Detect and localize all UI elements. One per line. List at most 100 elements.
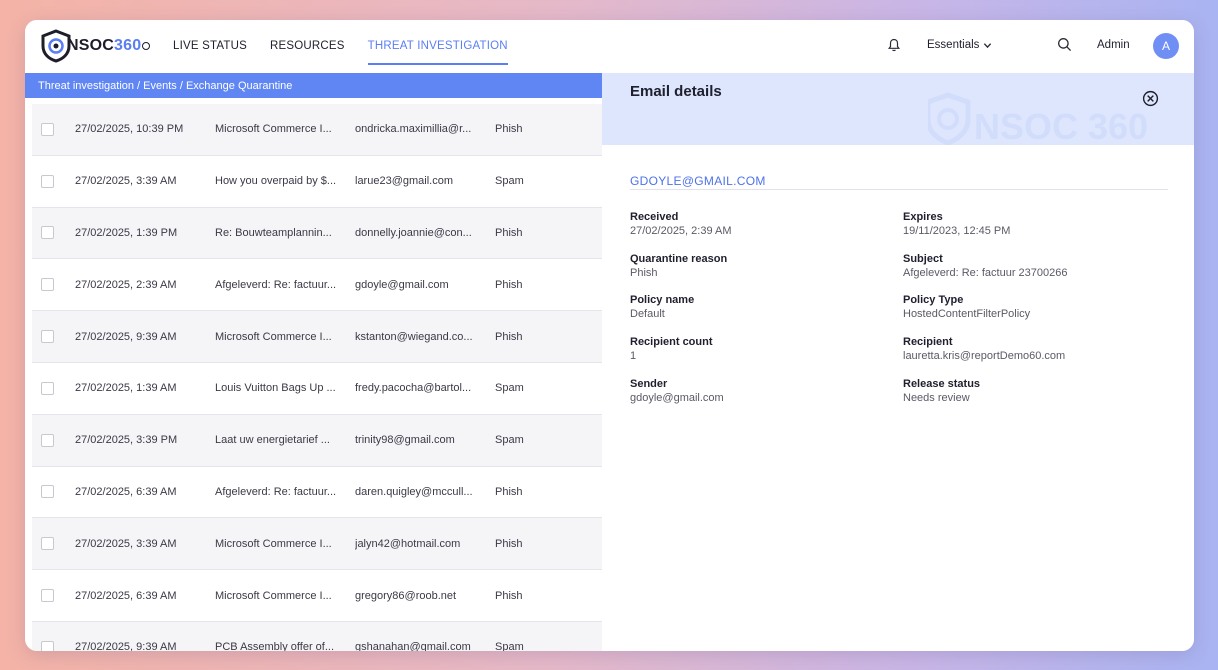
email-details-panel: NSOC 360 Email details GDOYLE@GMAIL.COM … <box>602 73 1194 651</box>
table-row[interactable]: 27/02/2025, 2:39 AM Afgeleverd: Re: factu… <box>32 259 602 312</box>
logo-text: NSOC360 <box>67 37 142 54</box>
detail-label: Recipient <box>903 336 953 349</box>
row-sender: gdoyle@gmail.com <box>355 278 449 291</box>
plan-dropdown-label: Essentials <box>927 39 980 51</box>
table-row[interactable]: 27/02/2025, 3:39 AM Microsoft Commerce I.… <box>32 518 602 571</box>
row-type: Spam <box>495 434 524 447</box>
row-date: 27/02/2025, 9:39 AM <box>75 330 177 343</box>
avatar[interactable]: A <box>1153 33 1179 59</box>
row-type: Spam <box>495 175 524 188</box>
detail-value: gdoyle@gmail.com <box>630 391 724 404</box>
row-sender: larue23@gmail.com <box>355 175 453 188</box>
detail-field: Policy Type HostedContentFilterPolicy <box>903 294 1163 320</box>
row-type: Spam <box>495 641 524 651</box>
detail-field: Received 27/02/2025, 2:39 AM <box>630 211 890 237</box>
detail-field: Expires 19/11/2023, 12:45 PM <box>903 211 1163 237</box>
row-subject: Afgeleverd: Re: factuur... <box>215 485 337 498</box>
table-row[interactable]: 27/02/2025, 10:39 PM Microsoft Commerce I… <box>32 104 602 156</box>
nav-live-status[interactable]: LIVE STATUS <box>173 20 247 72</box>
row-date: 27/02/2025, 3:39 AM <box>75 175 177 188</box>
detail-value: HostedContentFilterPolicy <box>903 308 1031 321</box>
row-type: Phish <box>495 226 523 239</box>
panel-title: Email details <box>630 83 722 100</box>
row-checkbox[interactable] <box>41 485 54 499</box>
row-type: Phish <box>495 485 523 498</box>
row-checkbox[interactable] <box>41 381 54 395</box>
main-nav: LIVE STATUS RESOURCES THREAT INVESTIGATI… <box>173 20 531 72</box>
nav-threat-investigation[interactable]: THREAT INVESTIGATION <box>367 20 508 72</box>
row-sender: trinity98@gmail.com <box>355 434 455 447</box>
registered-icon <box>142 42 151 50</box>
search-icon[interactable] <box>1057 37 1072 52</box>
row-checkbox[interactable] <box>41 537 54 551</box>
row-sender: donnelly.joannie@con... <box>355 226 472 239</box>
detail-field: Sender gdoyle@gmail.com <box>630 378 890 404</box>
row-sender: fredy.pacocha@bartol... <box>355 382 472 395</box>
detail-label: Release status <box>903 377 981 390</box>
logo[interactable]: NSOC360 <box>39 29 151 63</box>
app-window: NSOC360 LIVE STATUS RESOURCES THREAT INV… <box>25 20 1194 651</box>
nav-resources[interactable]: RESOURCES <box>270 20 345 72</box>
detail-value: Default <box>630 308 665 321</box>
table-row[interactable]: 27/02/2025, 6:39 AM Microsoft Commerce I.… <box>32 570 602 622</box>
row-subject: Afgeleverd: Re: factuur... <box>215 278 337 291</box>
table-row[interactable]: 27/02/2025, 1:39 PM Re: Bouwteamplannin..… <box>32 207 602 260</box>
detail-value: Afgeleverd: Re: factuur 23700266 <box>903 266 1068 279</box>
table-row[interactable]: 27/02/2025, 6:39 AM Afgeleverd: Re: factu… <box>32 466 602 519</box>
row-date: 27/02/2025, 6:39 AM <box>75 589 177 602</box>
row-type: Spam <box>495 382 524 395</box>
row-sender: ondricka.maximillia@r... <box>355 123 472 136</box>
detail-field: Policy name Default <box>630 294 890 320</box>
row-sender: kstanton@wiegand.co... <box>355 330 473 343</box>
row-sender: gregory86@roob.net <box>355 589 457 602</box>
table-row[interactable]: 27/02/2025, 1:39 AM Louis Vuitton Bags Up… <box>32 362 602 415</box>
table-row[interactable]: 27/02/2025, 3:39 AM How you overpaid by $… <box>32 155 602 208</box>
detail-value: lauretta.kris@reportDemo60.com <box>903 350 1066 363</box>
row-subject: How you overpaid by $... <box>215 175 337 188</box>
row-sender: jalyn42@hotmail.com <box>355 537 461 550</box>
detail-label: Received <box>630 211 679 223</box>
bell-icon[interactable] <box>888 38 900 52</box>
row-subject: Re: Bouwteamplannin... <box>215 226 332 239</box>
row-checkbox[interactable] <box>41 278 54 292</box>
row-date: 27/02/2025, 3:39 AM <box>75 537 177 550</box>
plan-dropdown[interactable]: Essentials <box>927 39 992 51</box>
watermark-text: NSOC 360 <box>974 106 1148 145</box>
detail-value: 19/11/2023, 12:45 PM <box>903 225 1011 237</box>
close-icon[interactable] <box>1142 90 1159 107</box>
row-checkbox[interactable] <box>41 433 54 447</box>
table-row[interactable]: 27/02/2025, 9:39 AM PCB Assembly offer of… <box>32 621 602 651</box>
detail-field: Subject Afgeleverd: Re: factuur 23700266 <box>903 253 1163 279</box>
row-type: Phish <box>495 537 523 550</box>
row-checkbox[interactable] <box>41 589 54 603</box>
row-type: Phish <box>495 330 523 343</box>
top-header: NSOC360 LIVE STATUS RESOURCES THREAT INV… <box>25 20 1194 72</box>
detail-field: Recipient count 1 <box>630 336 890 362</box>
table-row[interactable]: 27/02/2025, 3:39 PM Laat uw energietarief… <box>32 414 602 467</box>
detail-value: 27/02/2025, 2:39 AM <box>630 225 732 237</box>
row-date: 27/02/2025, 2:39 AM <box>75 278 177 291</box>
row-checkbox[interactable] <box>41 174 54 188</box>
panel-header: NSOC 360 Email details <box>602 73 1194 145</box>
user-name[interactable]: Admin <box>1097 39 1130 51</box>
row-type: Phish <box>495 589 523 602</box>
row-checkbox[interactable] <box>41 640 54 651</box>
divider <box>630 189 1168 190</box>
row-checkbox[interactable] <box>41 330 54 344</box>
table-row[interactable]: 27/02/2025, 9:39 AM Microsoft Commerce I.… <box>32 311 602 363</box>
row-checkbox[interactable] <box>41 122 54 136</box>
breadcrumb: Threat investigation / Events / Exchange… <box>25 73 602 98</box>
row-date: 27/02/2025, 3:39 PM <box>75 434 178 447</box>
detail-label: Quarantine reason <box>630 252 728 265</box>
detail-field: Release status Needs review <box>903 378 1163 404</box>
detail-value: Needs review <box>903 391 970 404</box>
row-subject: Microsoft Commerce I... <box>215 330 332 343</box>
row-checkbox[interactable] <box>41 226 54 240</box>
row-subject: Microsoft Commerce I... <box>215 123 332 136</box>
row-type: Phish <box>495 123 523 136</box>
email-address-title: GDOYLE@GMAIL.COM <box>630 174 766 188</box>
row-date: 27/02/2025, 1:39 PM <box>75 226 178 239</box>
detail-label: Recipient count <box>630 336 713 349</box>
detail-label: Sender <box>630 377 668 390</box>
detail-label: Policy Type <box>903 294 964 307</box>
